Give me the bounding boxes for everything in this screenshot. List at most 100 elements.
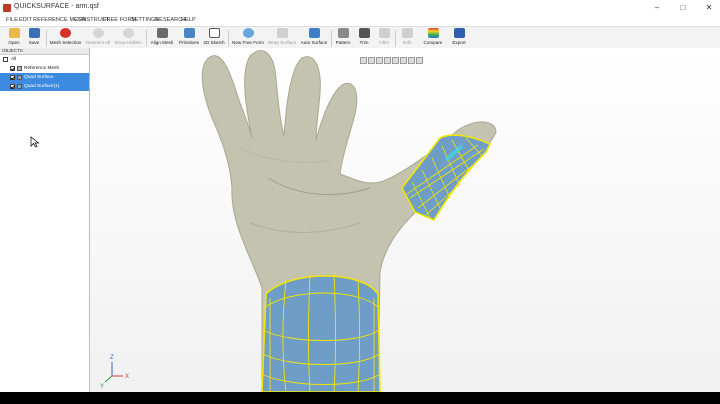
trim-button[interactable]: Trim	[355, 28, 373, 48]
tree-item-quad-surface-1[interactable]: Quad Surface(1)	[0, 82, 89, 91]
view-left-icon[interactable]	[384, 57, 391, 64]
view-shading-icon[interactable]	[416, 57, 423, 64]
quicksurface-logo-icon	[3, 4, 11, 12]
new-free-form-label: New Free Form	[232, 40, 264, 45]
window-title: QUICKSURFACE - arm.qsf	[14, 3, 99, 10]
quad-surface-icon	[17, 75, 22, 80]
quad-surface-thumb[interactable]	[401, 134, 492, 222]
title-bar: QUICKSURFACE - arm.qsf – □ ✕	[0, 0, 720, 17]
toolbar-divider	[228, 30, 229, 47]
new-free-form-button[interactable]: New Free Form	[231, 28, 265, 48]
edit-label: Edit	[403, 40, 411, 45]
checkbox-icon[interactable]	[10, 75, 15, 80]
checkbox-icon[interactable]	[3, 57, 8, 62]
save-button[interactable]: Save	[24, 28, 44, 48]
mesh-icon	[17, 66, 22, 71]
quad-surface-wrist[interactable]	[261, 273, 381, 392]
deselect-all-icon	[92, 28, 104, 38]
save-icon	[28, 28, 40, 38]
align-mesh-icon	[156, 28, 168, 38]
sketch-icon	[208, 28, 220, 38]
auto-surface-icon	[308, 28, 320, 38]
maximize-button[interactable]: □	[674, 2, 692, 14]
axis-x-label: X	[125, 374, 129, 380]
auto-surface-button[interactable]: Auto Surface	[299, 28, 329, 48]
mesh-selection-label: Mesh Selection	[49, 40, 82, 45]
objects-panel-header: OBJECTS	[0, 48, 89, 55]
free-form-icon	[242, 28, 254, 38]
compare-icon	[427, 28, 439, 38]
toolbar-divider	[395, 30, 396, 47]
view-iso-icon[interactable]	[360, 57, 367, 64]
compare-label: Compare	[423, 40, 443, 45]
view-top-icon[interactable]	[400, 57, 407, 64]
menu-file[interactable]: FILE	[6, 17, 18, 23]
fillet-label: Fillet	[379, 40, 389, 45]
compare-button[interactable]: Compare	[420, 28, 446, 48]
export-icon	[453, 28, 465, 38]
save-label: Save	[28, 40, 40, 45]
pattern-button[interactable]: Pattern	[333, 28, 353, 48]
toolbar-divider	[46, 30, 47, 47]
view-back-icon[interactable]	[376, 57, 383, 64]
pattern-label: Pattern	[335, 40, 351, 45]
fillet-icon	[378, 28, 390, 38]
tree-item-label: Quad Surface	[24, 75, 54, 80]
align-mesh-label: Align Mesh	[150, 40, 174, 45]
wrap-surface-button[interactable]: Wrap Surface	[267, 28, 297, 48]
open-label: Open	[8, 40, 20, 45]
ribbon-toolbar: Open Save Mesh Selection Deselect All Sh…	[0, 26, 720, 50]
mesh-selection-button[interactable]: Mesh Selection	[49, 28, 82, 48]
show-hidden-label: Show Hidden	[114, 40, 142, 45]
wrap-surface-icon	[276, 28, 288, 38]
folder-icon	[8, 28, 20, 38]
sketch-2d-label: 2D Sketch	[203, 40, 225, 45]
mouse-cursor-icon	[30, 136, 40, 148]
menu-bar: FILE EDIT REFERENCE MESH CONSTRUCT FREE …	[0, 16, 720, 26]
mesh-selection-icon	[60, 28, 71, 38]
menu-edit[interactable]: EDIT	[19, 17, 32, 23]
3d-viewport[interactable]: Z X Y	[90, 48, 720, 392]
close-button[interactable]: ✕	[700, 2, 718, 14]
fillet-button[interactable]: Fillet	[375, 28, 393, 48]
deselect-all-button[interactable]: Deselect All	[84, 28, 112, 48]
toolbar-divider	[146, 30, 147, 47]
axis-triad: Z X Y	[100, 355, 129, 390]
view-front-icon[interactable]	[368, 57, 375, 64]
view-right-icon[interactable]	[392, 57, 399, 64]
trim-label: Trim	[359, 40, 369, 45]
auto-surface-label: Auto Surface	[300, 40, 328, 45]
toolbar-divider	[331, 30, 332, 47]
edit-button[interactable]: Edit	[398, 28, 416, 48]
tree-item-all[interactable]: All	[0, 55, 89, 64]
open-button[interactable]: Open	[4, 28, 24, 48]
app-window: QUICKSURFACE - arm.qsf – □ ✕ FILE EDIT R…	[0, 0, 720, 392]
export-button[interactable]: Export	[448, 28, 470, 48]
view-bottom-icon[interactable]	[408, 57, 415, 64]
minimize-button[interactable]: –	[648, 2, 666, 14]
quad-surface-icon	[17, 84, 22, 89]
tree-item-label: All	[11, 57, 17, 62]
tree-item-label: Quad Surface(1)	[24, 84, 60, 89]
tree-item-quad-surface[interactable]: Quad Surface	[0, 73, 89, 82]
align-mesh-button[interactable]: Align Mesh	[149, 28, 175, 48]
view-toolbar	[360, 51, 424, 69]
sketch-2d-button[interactable]: 2D Sketch	[203, 28, 225, 48]
primitives-icon	[183, 28, 195, 38]
edit-icon	[401, 28, 413, 38]
export-label: Export	[452, 40, 466, 45]
checkbox-icon[interactable]	[10, 66, 15, 71]
objects-panel: OBJECTS All Reference Mesh Quad Surface …	[0, 48, 90, 392]
tree-item-label: Reference Mesh	[24, 66, 60, 71]
trim-icon	[358, 28, 370, 38]
wrap-surface-label: Wrap Surface	[268, 40, 296, 45]
primitives-button[interactable]: Primitives	[177, 28, 201, 48]
show-hidden-button[interactable]: Show Hidden	[113, 28, 143, 48]
checkbox-icon[interactable]	[10, 84, 15, 89]
primitives-label: Primitives	[179, 40, 199, 45]
tree-item-reference-mesh[interactable]: Reference Mesh	[0, 64, 89, 73]
deselect-all-label: Deselect All	[85, 40, 110, 45]
menu-help[interactable]: HELP	[181, 17, 196, 23]
axis-y-label: Y	[100, 384, 104, 390]
axis-z-label: Z	[110, 355, 114, 361]
